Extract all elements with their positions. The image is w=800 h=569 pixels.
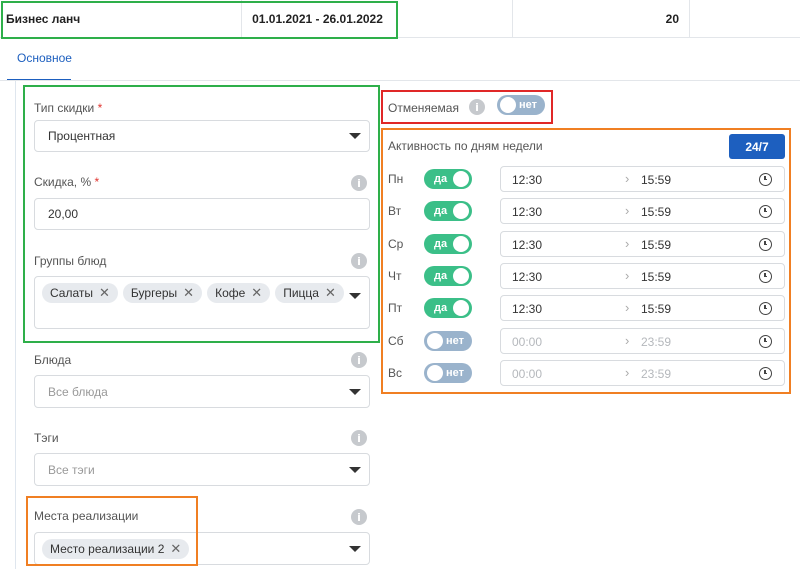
info-icon[interactable]: i: [351, 352, 367, 368]
highlight-box-discount: [23, 85, 380, 343]
highlight-box-activity: [381, 128, 791, 394]
dishes-placeholder: Все блюда: [48, 384, 108, 399]
tags-select[interactable]: Все тэги: [34, 453, 370, 486]
highlight-box-cancellable: [381, 90, 553, 124]
highlight-box-places: [26, 496, 198, 566]
tab-divider: [0, 80, 800, 81]
dishes-select[interactable]: Все блюда: [34, 375, 370, 408]
left-rail: [15, 81, 16, 569]
highlight-box-top: [1, 1, 398, 39]
tags-label: Тэги: [34, 431, 59, 445]
chevron-down-icon: [349, 466, 361, 473]
tags-placeholder: Все тэги: [48, 462, 95, 477]
chevron-down-icon: [349, 545, 361, 552]
info-icon[interactable]: i: [351, 430, 367, 446]
chevron-down-icon: [349, 388, 361, 395]
tab-main[interactable]: Основное: [17, 51, 72, 65]
info-icon[interactable]: i: [351, 509, 367, 525]
promo-count: 20: [512, 0, 690, 38]
dishes-label: Блюда: [34, 353, 72, 367]
